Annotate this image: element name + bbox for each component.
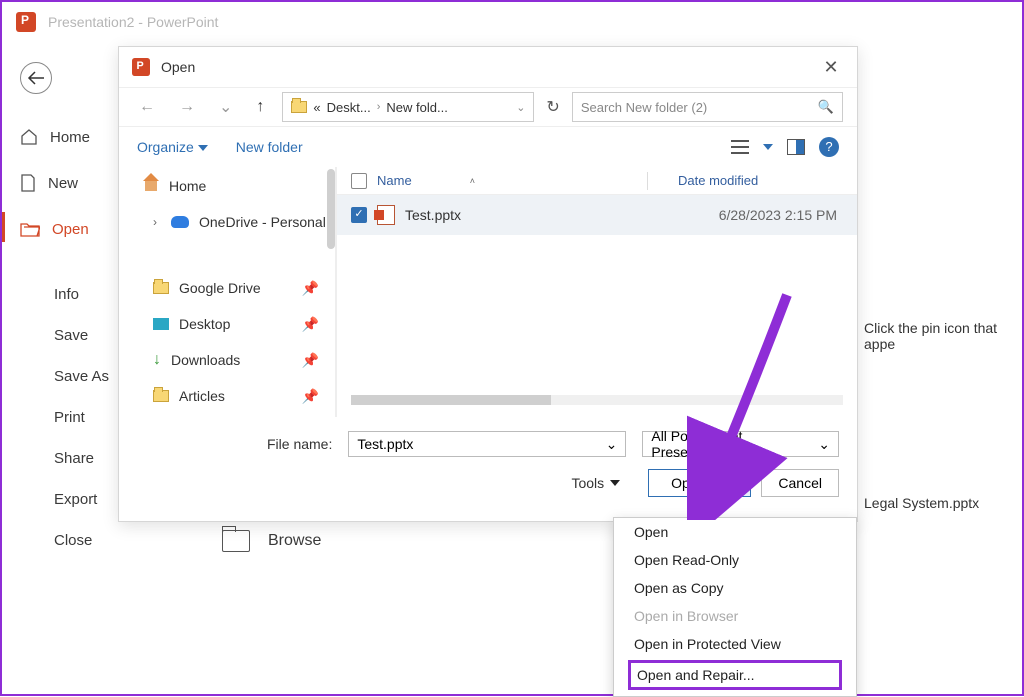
pin-icon[interactable]: 📌 bbox=[302, 388, 319, 405]
cancel-button[interactable]: Cancel bbox=[761, 469, 839, 497]
tree-item-onedrive[interactable]: › OneDrive - Personal bbox=[119, 205, 335, 239]
file-name-value: Test.pptx bbox=[357, 436, 413, 452]
help-icon[interactable]: ? bbox=[819, 137, 839, 157]
pin-icon[interactable]: 📌 bbox=[302, 352, 319, 369]
home-icon bbox=[143, 179, 159, 193]
new-folder-button[interactable]: New folder bbox=[236, 139, 303, 155]
file-list-pane: Name ˄ Date modified ✓ Test.pptx 6/28/202… bbox=[337, 167, 857, 417]
tools-menu[interactable]: Tools bbox=[571, 475, 620, 491]
menu-item-open-in-browser: Open in Browser bbox=[614, 602, 856, 630]
open-button[interactable]: Open bbox=[649, 470, 728, 496]
open-dropdown-toggle[interactable] bbox=[728, 470, 750, 496]
nav-up-icon[interactable]: ↑ bbox=[250, 94, 270, 120]
column-headers[interactable]: Name ˄ Date modified bbox=[337, 167, 857, 195]
nav-back-icon[interactable]: ← bbox=[133, 94, 161, 120]
column-date[interactable]: Date modified bbox=[678, 173, 758, 188]
tree-item-gdrive[interactable]: Google Drive 📌 bbox=[119, 271, 335, 305]
folder-open-icon bbox=[222, 530, 250, 552]
nav-forward-icon[interactable]: → bbox=[173, 94, 201, 120]
file-name-label: File name: bbox=[137, 436, 332, 452]
column-name[interactable]: Name bbox=[377, 173, 412, 188]
search-icon: 🔍 bbox=[818, 99, 834, 115]
file-date: 6/28/2023 2:15 PM bbox=[719, 207, 857, 223]
row-checkbox[interactable]: ✓ bbox=[351, 207, 367, 223]
recent-file-name: Legal System.pptx bbox=[864, 495, 979, 511]
browse-button[interactable]: Browse bbox=[222, 530, 321, 552]
refresh-icon[interactable]: ↻ bbox=[546, 97, 559, 117]
file-type-filter[interactable]: All PowerPoint Presentations (*.p ⌄ bbox=[642, 431, 839, 457]
desktop-icon bbox=[153, 318, 169, 330]
dialog-titlebar: Open ✕ bbox=[119, 47, 857, 87]
powerpoint-logo-icon bbox=[132, 58, 150, 76]
tree-item-desktop[interactable]: Desktop 📌 bbox=[119, 307, 335, 341]
window-title: Presentation2 - PowerPoint bbox=[48, 14, 218, 30]
sidebar-item-close[interactable]: Close bbox=[20, 520, 172, 561]
view-mode-icon[interactable] bbox=[731, 140, 749, 154]
search-input[interactable]: Search New folder (2) 🔍 bbox=[572, 92, 843, 122]
file-name: Test.pptx bbox=[405, 207, 461, 223]
sidebar-item-label: New bbox=[48, 175, 78, 192]
sidebar-item-label: Open bbox=[52, 221, 89, 238]
tree-item-downloads[interactable]: ↓Downloads 📌 bbox=[119, 343, 335, 377]
pin-hint-text: Click the pin icon that appe bbox=[864, 320, 1022, 352]
tree-scrollbar[interactable] bbox=[327, 169, 335, 249]
chevron-right-icon[interactable]: › bbox=[153, 215, 157, 229]
chevron-down-icon[interactable] bbox=[763, 144, 773, 150]
powerpoint-logo-icon bbox=[16, 12, 36, 32]
chevron-down-icon bbox=[610, 480, 620, 486]
folder-icon bbox=[291, 101, 307, 113]
breadcrumb-segment[interactable]: New fold... bbox=[386, 100, 447, 115]
folder-icon bbox=[153, 282, 169, 294]
back-button[interactable] bbox=[20, 62, 52, 94]
dialog-footer: File name: Test.pptx ⌄ All PowerPoint Pr… bbox=[119, 417, 857, 497]
breadcrumb-segment[interactable]: Deskt... bbox=[327, 100, 371, 115]
menu-item-open-protected-view[interactable]: Open in Protected View bbox=[614, 630, 856, 658]
open-dropdown-menu: Open Open Read-Only Open as Copy Open in… bbox=[613, 517, 857, 697]
file-name-input[interactable]: Test.pptx ⌄ bbox=[348, 431, 626, 457]
chevron-down-icon bbox=[734, 480, 744, 486]
select-all-checkbox[interactable] bbox=[351, 173, 367, 189]
horizontal-scrollbar[interactable] bbox=[351, 395, 843, 405]
breadcrumb-prefix: « bbox=[313, 100, 320, 115]
sidebar-item-label: Home bbox=[50, 129, 90, 146]
file-row[interactable]: ✓ Test.pptx 6/28/2023 2:15 PM bbox=[337, 195, 857, 235]
breadcrumb-path[interactable]: « Deskt... › New fold... ⌄ bbox=[282, 92, 534, 122]
preview-pane-toggle[interactable] bbox=[787, 139, 805, 155]
pin-icon[interactable]: 📌 bbox=[302, 280, 319, 297]
menu-item-open[interactable]: Open bbox=[614, 518, 856, 546]
window-titlebar: Presentation2 - PowerPoint bbox=[2, 2, 1022, 42]
organize-menu[interactable]: Organize bbox=[137, 139, 208, 155]
tree-item-articles[interactable]: Articles 📌 bbox=[119, 379, 335, 413]
folder-icon bbox=[153, 390, 169, 402]
chevron-down-icon[interactable]: ⌄ bbox=[516, 101, 525, 114]
search-placeholder: Search New folder (2) bbox=[581, 100, 707, 115]
dialog-toolbar: Organize New folder ? bbox=[119, 127, 857, 167]
open-file-dialog: Open ✕ ← → ⌄ ↑ « Deskt... › New fold... … bbox=[118, 46, 858, 522]
menu-item-open-and-repair[interactable]: Open and Repair... bbox=[628, 660, 842, 690]
menu-item-open-read-only[interactable]: Open Read-Only bbox=[614, 546, 856, 574]
menu-item-open-as-copy[interactable]: Open as Copy bbox=[614, 574, 856, 602]
filter-value: All PowerPoint Presentations (*.p bbox=[651, 428, 818, 460]
pin-icon[interactable]: 📌 bbox=[302, 316, 319, 333]
open-split-button[interactable]: Open bbox=[648, 469, 751, 497]
dialog-title: Open bbox=[161, 59, 195, 75]
chevron-right-icon: › bbox=[377, 101, 381, 113]
browse-label: Browse bbox=[268, 532, 321, 550]
chevron-down-icon[interactable]: ⌄ bbox=[818, 436, 830, 453]
sort-indicator-icon: ˄ bbox=[470, 176, 475, 186]
chevron-down-icon[interactable]: ⌄ bbox=[606, 436, 618, 453]
navigation-tree: Home › OneDrive - Personal Google Drive … bbox=[119, 167, 337, 417]
nav-history-chevron-icon[interactable]: ⌄ bbox=[213, 93, 238, 121]
onedrive-icon bbox=[171, 216, 189, 228]
chevron-down-icon bbox=[198, 145, 208, 151]
close-icon[interactable]: ✕ bbox=[817, 57, 845, 78]
download-icon: ↓ bbox=[153, 351, 161, 369]
navigation-bar: ← → ⌄ ↑ « Deskt... › New fold... ⌄ ↻ Sea… bbox=[119, 87, 857, 127]
tree-item-home[interactable]: Home bbox=[119, 169, 335, 203]
pptx-file-icon bbox=[377, 205, 395, 225]
